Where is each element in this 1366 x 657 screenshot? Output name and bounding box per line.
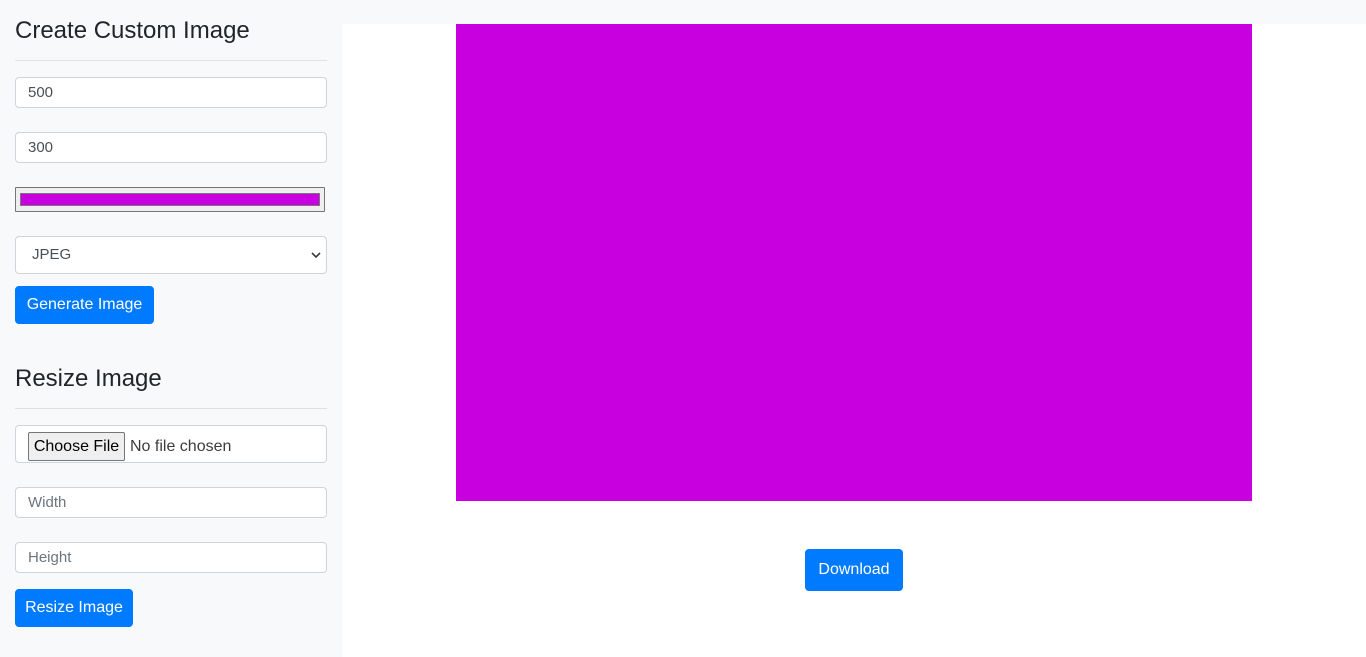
format-select-value: JPEG — [32, 246, 72, 263]
format-select[interactable]: JPEG — [15, 236, 327, 274]
resize-divider — [15, 408, 327, 409]
sidebar: Create Custom Image JPEG Generate Image … — [0, 0, 342, 657]
image-height-input[interactable] — [15, 132, 327, 163]
create-image-title: Create Custom Image — [15, 17, 250, 44]
generated-image-preview — [456, 24, 1252, 501]
resize-image-button[interactable]: Resize Image — [15, 589, 133, 627]
resize-width-input[interactable] — [15, 487, 327, 518]
resize-height-input[interactable] — [15, 542, 327, 573]
choose-file-button[interactable]: Choose File — [28, 432, 125, 461]
image-width-input[interactable] — [15, 77, 327, 108]
create-divider — [15, 60, 327, 61]
color-picker-input[interactable] — [15, 187, 325, 212]
color-swatch — [20, 193, 320, 206]
file-input[interactable]: Choose File No file chosen — [15, 425, 327, 463]
file-status-text: No file chosen — [130, 438, 232, 455]
generate-image-button[interactable]: Generate Image — [15, 286, 154, 324]
preview-area: Download — [342, 24, 1366, 657]
chevron-down-icon — [311, 252, 321, 259]
resize-image-title: Resize Image — [15, 365, 162, 392]
download-button[interactable]: Download — [805, 549, 903, 591]
